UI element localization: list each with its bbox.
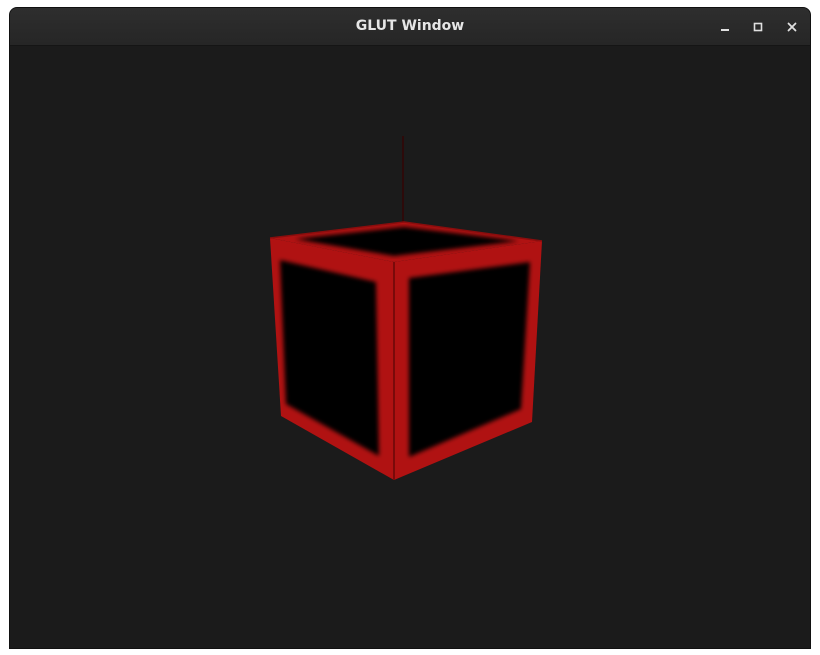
close-button[interactable] (782, 17, 802, 37)
minimize-button[interactable] (715, 17, 735, 37)
minimize-icon (719, 21, 731, 33)
glut-window: GLUT Window (10, 8, 810, 648)
cube-scene (269, 136, 543, 480)
title-bar[interactable]: GLUT Window (10, 8, 810, 46)
opengl-canvas[interactable] (10, 46, 810, 648)
cube-left-face (270, 238, 394, 480)
maximize-button[interactable] (748, 17, 768, 37)
window-title: GLUT Window (355, 18, 465, 34)
close-icon (786, 21, 798, 33)
maximize-icon (752, 21, 764, 33)
cube-right-face (394, 241, 542, 480)
